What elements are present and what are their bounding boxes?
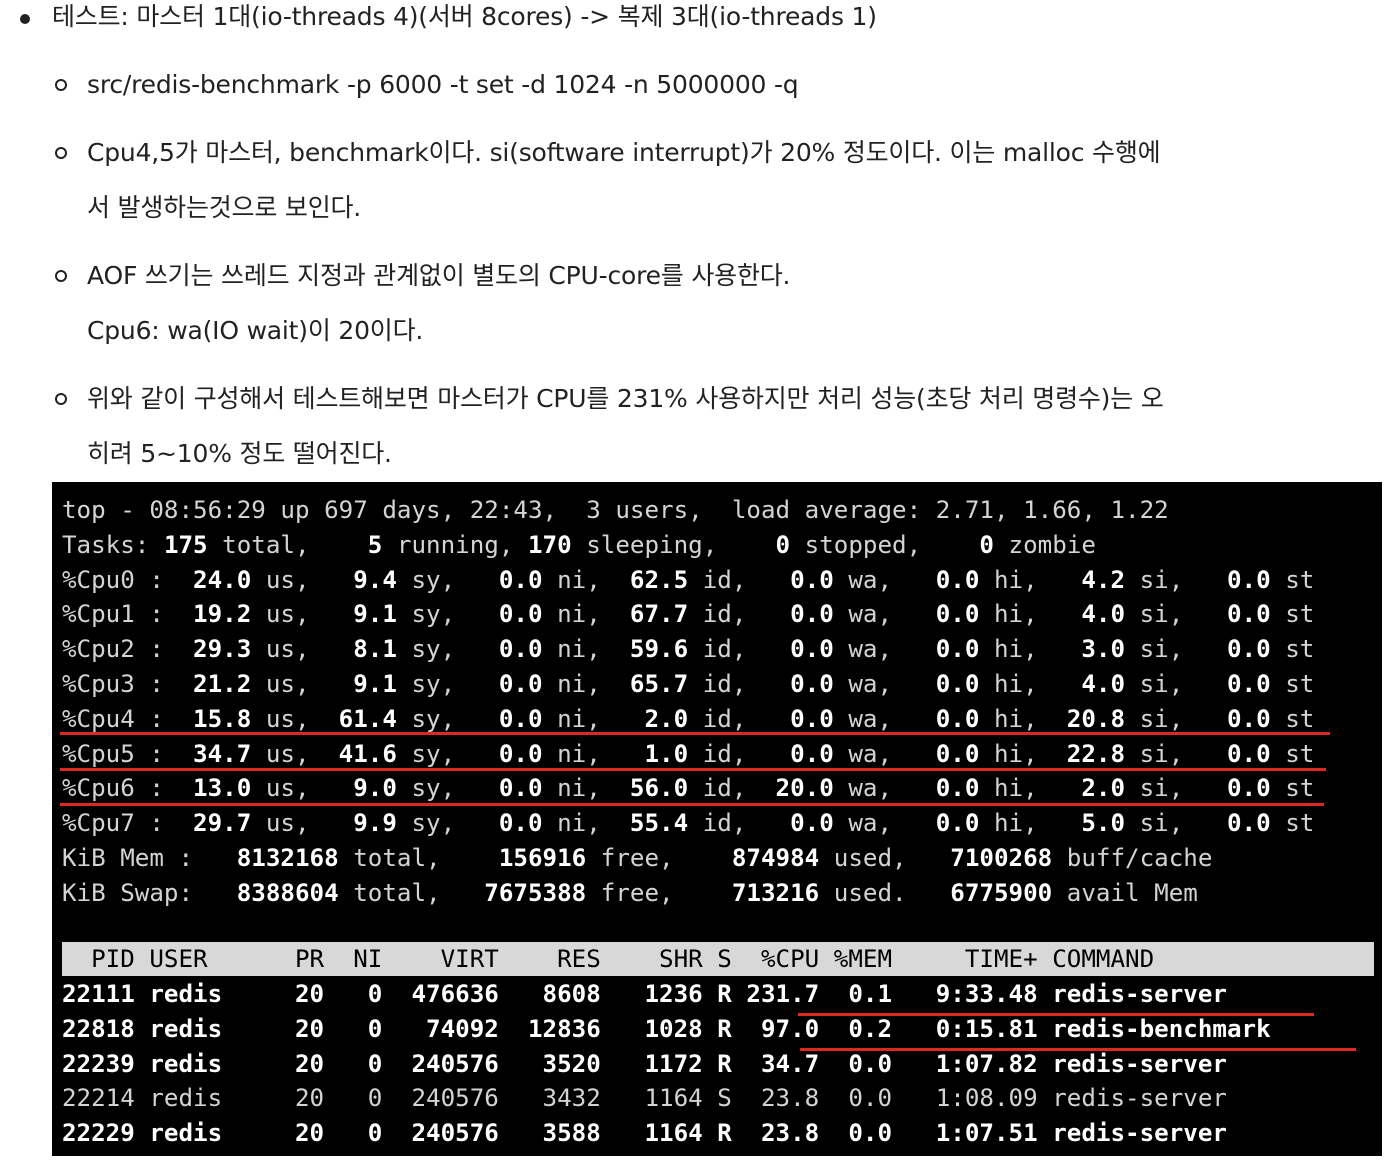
mem-line: KiB Mem : 8132168 total, 156916 free, 87… xyxy=(62,844,1213,872)
process-row: 22818 redis 20 0 74092 12836 1028 R 97.0… xyxy=(62,1014,1271,1043)
cpu4-underline xyxy=(60,732,1330,735)
top-terminal-screenshot: PID USER PR NI VIRT RES SHR S %CPU %MEM … xyxy=(52,482,1382,1156)
cpu-line-3: %Cpu3 : 21.2 us, 9.1 sy, 0.0 ni, 65.7 id… xyxy=(62,670,1315,698)
sub-bullet-result-text-1: 위와 같이 구성해서 테스트해보면 마스터가 CPU를 231% 사용하지만 처… xyxy=(87,384,1164,413)
bullet-main-text: 테스트: 마스터 1대(io-threads 4)(서버 8cores) -> … xyxy=(52,2,877,31)
cpu-line-0: %Cpu0 : 24.0 us, 9.4 sy, 0.0 ni, 62.5 id… xyxy=(62,565,1315,594)
sub-bullet-circle xyxy=(55,270,67,282)
tasks-line: Tasks: 175 total, 5 running, 170 sleepin… xyxy=(62,530,1096,559)
redis-benchmark-underline xyxy=(800,1048,1356,1051)
sub-bullet-result-text-2: 히려 5~10% 정도 떨어진다. xyxy=(87,439,392,468)
sub-bullet-circle xyxy=(55,79,67,91)
sub-bullet-circle xyxy=(55,147,67,159)
sub-bullet-aof-text-2: Cpu6: wa(IO wait)이 20이다. xyxy=(87,316,424,345)
bullet-dot xyxy=(20,14,30,24)
cpu6-underline xyxy=(60,803,1324,806)
cpu-line-4: %Cpu4 : 15.8 us, 61.4 sy, 0.0 ni, 2.0 id… xyxy=(62,704,1315,733)
sub-bullet-command: src/redis-benchmark -p 6000 -t set -d 10… xyxy=(87,70,799,99)
cpu-line-7: %Cpu7 : 29.7 us, 9.9 sy, 0.0 ni, 55.4 id… xyxy=(62,809,1315,838)
cpu5-underline xyxy=(60,768,1326,771)
cpu-line-1: %Cpu1 : 19.2 us, 9.1 sy, 0.0 ni, 67.7 id… xyxy=(62,600,1315,629)
sub-bullet-aof-text-1: AOF 쓰기는 쓰레드 지정과 관계없이 별도의 CPU-core를 사용한다. xyxy=(87,261,791,290)
sub-bullet-cpu-text-1: Cpu4,5가 마스터, benchmark이다. si(software in… xyxy=(87,138,1161,167)
process-row: 22239 redis 20 0 240576 3520 1172 R 34.7… xyxy=(62,1049,1227,1078)
sub-bullet-circle xyxy=(55,393,67,405)
swap-line: KiB Swap: 8388604 total, 7675388 free, 7… xyxy=(62,878,1198,907)
top-summary-line: top - 08:56:29 up 697 days, 22:43, 3 use… xyxy=(62,496,1169,524)
process-row: 22214 redis 20 0 240576 3432 1164 S 23.8… xyxy=(62,1084,1227,1113)
sub-bullet-cpu-text-2: 서 발생하는것으로 보인다. xyxy=(87,193,362,222)
process-table-header: PID USER PR NI VIRT RES SHR S %CPU %MEM … xyxy=(62,945,1155,973)
cpu-line-2: %Cpu2 : 29.3 us, 8.1 sy, 0.0 ni, 59.6 id… xyxy=(62,635,1315,664)
cpu-line-5: %Cpu5 : 34.7 us, 41.6 sy, 0.0 ni, 1.0 id… xyxy=(62,739,1315,768)
redis-server-underline xyxy=(798,1013,1314,1016)
cpu-line-6: %Cpu6 : 13.0 us, 9.0 sy, 0.0 ni, 56.0 id… xyxy=(62,774,1315,803)
process-row: 22229 redis 20 0 240576 3588 1164 R 23.8… xyxy=(62,1119,1227,1148)
process-row: 22111 redis 20 0 476636 8608 1236 R 231.… xyxy=(62,980,1227,1008)
